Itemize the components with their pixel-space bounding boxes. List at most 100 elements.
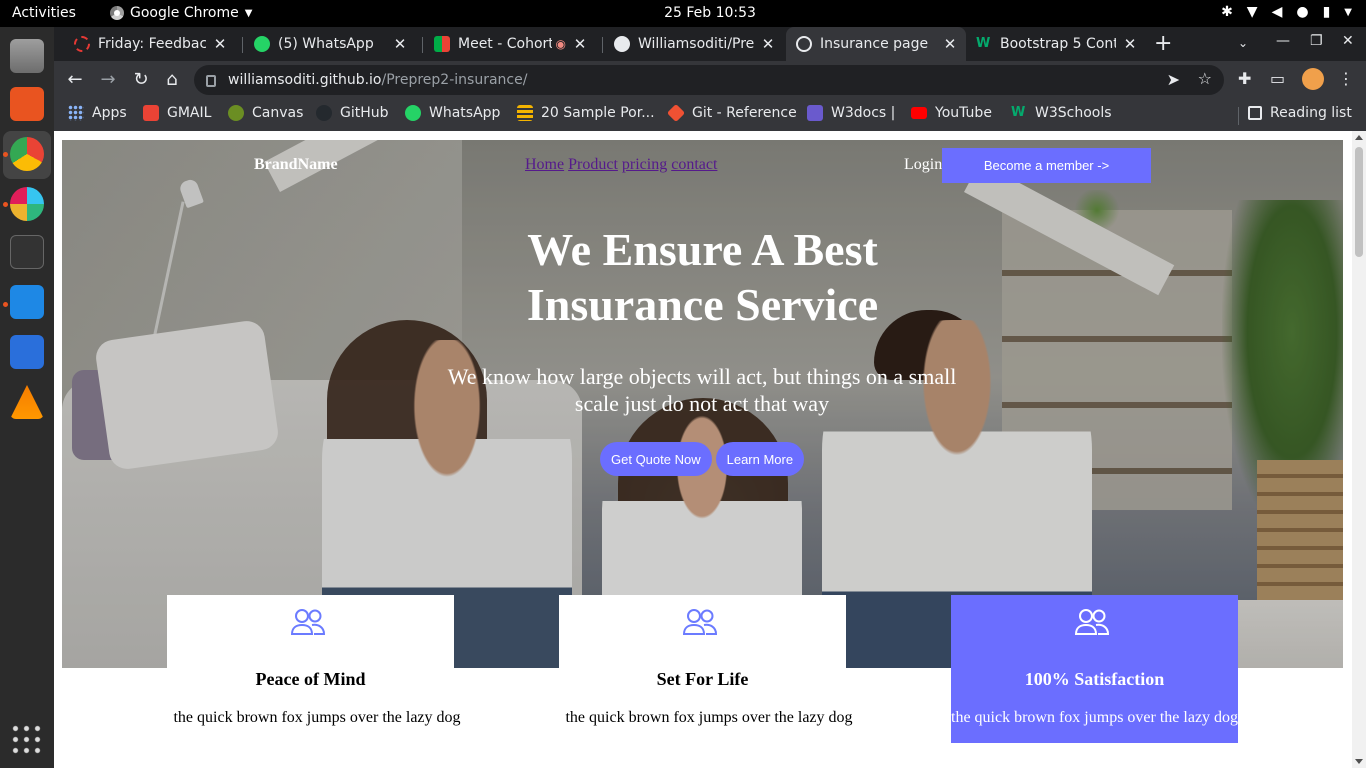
microphone-icon[interactable]: ● [1296,4,1308,20]
vlc-app-icon[interactable] [10,385,44,419]
lock-icon[interactable] [206,75,216,87]
tab-meet[interactable]: Meet - Cohort ◉ ✕ [424,27,596,61]
bookmark-whatsapp[interactable]: WhatsApp [405,105,500,121]
page-scrollbar[interactable] [1352,131,1366,768]
tab-whatsapp[interactable]: (5) WhatsApp ✕ [244,27,416,61]
wifi-icon[interactable]: ▼ [1247,4,1258,20]
power-menu-chevron-icon[interactable]: ▼ [1344,7,1352,18]
scroll-up-arrow-icon[interactable] [1355,135,1363,140]
cast-icon[interactable]: ▭ [1270,69,1285,88]
vscode-app-icon[interactable] [10,285,44,319]
whatsapp-icon [405,105,421,121]
reading-list-label: Reading list [1270,105,1352,121]
bookmark-youtube[interactable]: YouTube [911,105,992,121]
scroll-down-arrow-icon[interactable] [1355,759,1363,764]
nav-link-product[interactable]: Product [568,156,618,174]
tab-title: (5) WhatsApp [278,36,374,52]
back-icon[interactable]: ← [64,69,86,90]
tab-bootstrap[interactable]: W Bootstrap 5 Cont ✕ [966,27,1146,61]
bookmark-w3schools[interactable]: W W3Schools [1011,105,1112,121]
bookmarks-separator [1238,107,1239,125]
github-icon [614,36,630,52]
system-tray[interactable]: ✱ ▼ ◀ ● ▮ ▼ [1221,4,1352,20]
close-icon[interactable]: ✕ [212,35,228,53]
bookmark-label: YouTube [935,105,992,121]
globe-icon [796,36,812,52]
clock[interactable]: 25 Feb 10:53 [0,5,1366,21]
ubuntu-dock [0,27,54,768]
bookmark-github[interactable]: GitHub [316,105,389,121]
profile-avatar[interactable] [1302,68,1324,90]
users-icon [290,609,326,635]
close-icon[interactable]: ✕ [572,35,588,53]
bookmark-apps[interactable]: Apps [68,105,127,121]
scrollbar-thumb[interactable] [1355,147,1363,257]
minimize-button[interactable]: — [1276,33,1290,49]
tab-strip: Friday: Feedback ✕ (5) WhatsApp ✕ Meet -… [54,27,1366,61]
gmail-icon [143,105,159,121]
nav-link-contact[interactable]: contact [671,156,717,174]
bookmark-w3docs[interactable]: W3docs | [807,105,895,121]
close-icon[interactable]: ✕ [760,35,776,53]
feature-card-set-for-life: Set For Life the quick brown fox jumps o… [559,595,853,743]
close-icon[interactable]: ✕ [392,35,408,53]
apps-grid-icon [68,105,84,121]
tab-separator [422,37,423,53]
tab-github[interactable]: Williamsoditi/Pre ✕ [604,27,784,61]
feature-card-peace-of-mind: Peace of Mind the quick brown fox jumps … [167,595,461,743]
tab-title: Williamsoditi/Pre [638,36,754,52]
close-window-button[interactable]: ✕ [1342,33,1354,49]
forward-icon[interactable]: → [97,69,119,90]
close-icon[interactable]: ✕ [942,35,958,53]
software-app-icon[interactable] [10,87,44,121]
canvas-icon [228,105,244,121]
reading-list-button[interactable]: Reading list [1248,105,1352,121]
nav-link-home[interactable]: Home [525,156,564,174]
url-path: /Preprep2-insurance/ [381,72,528,88]
tab-insurance-page[interactable]: Insurance page ✕ [786,27,966,61]
brand-logo[interactable]: BrandName [254,156,338,174]
bookmark-label: WhatsApp [429,105,501,121]
chrome-app-icon[interactable] [10,137,44,171]
reload-icon[interactable]: ↻ [130,69,152,90]
w3docs-icon [807,105,823,121]
slack-app-icon[interactable] [10,187,44,221]
bookmark-star-icon[interactable]: ☆ [1198,69,1212,88]
tab-friday-feedback[interactable]: Friday: Feedback ✕ [64,27,236,61]
share-icon[interactable]: ➤ [1167,70,1180,89]
become-member-button[interactable]: Become a member -> [942,148,1151,183]
terminal-app-icon[interactable] [10,235,44,269]
bookmark-canvas[interactable]: Canvas [228,105,303,121]
extension-icon[interactable]: ✱ [1221,4,1233,20]
files-app-icon[interactable] [10,39,44,73]
stripes-icon [517,105,533,121]
nav-link-pricing[interactable]: pricing [622,156,667,174]
maximize-button[interactable]: ❐ [1310,33,1323,49]
bookmark-label: GMAIL [167,105,212,121]
nav-links: Home Product pricing contact [525,156,717,174]
running-indicator [3,152,8,157]
feature-card-text: the quick brown fox jumps over the lazy … [951,709,1238,726]
battery-icon[interactable]: ▮ [1323,4,1331,20]
more-menu-icon[interactable]: ⋮ [1338,69,1354,88]
address-bar[interactable]: williamsoditi.github.io/Preprep2-insuran… [194,65,1224,95]
login-link[interactable]: Login [904,156,942,174]
extensions-icon[interactable]: ✚ [1238,69,1251,88]
hero-section: BrandName Home Product pricing contact L… [62,140,1343,668]
new-tab-button[interactable]: + [1154,31,1172,56]
show-applications-icon[interactable] [10,723,44,757]
learn-more-button[interactable]: Learn More [715,442,805,476]
volume-icon[interactable]: ◀ [1272,4,1283,20]
tab-search-chevron-icon[interactable]: ⌄ [1238,36,1248,50]
home-icon[interactable]: ⌂ [161,69,183,90]
bookmark-gmail[interactable]: GMAIL [143,105,211,121]
bookmark-git-reference[interactable]: Git - Reference [666,103,797,123]
browser-toolbar: ← → ↻ ⌂ williamsoditi.github.io/Preprep2… [54,61,1366,99]
close-icon[interactable]: ✕ [1122,35,1138,53]
bookmarks-bar: Apps GMAIL Canvas GitHub WhatsApp 20 Sam… [54,99,1366,131]
get-quote-button[interactable]: Get Quote Now [600,442,712,476]
bookmark-sample-portfolios[interactable]: 20 Sample Por... [517,105,655,121]
bookmark-label: GitHub [340,105,389,121]
document-viewer-app-icon[interactable] [10,335,44,369]
feature-card-title: Peace of Mind [255,669,366,689]
